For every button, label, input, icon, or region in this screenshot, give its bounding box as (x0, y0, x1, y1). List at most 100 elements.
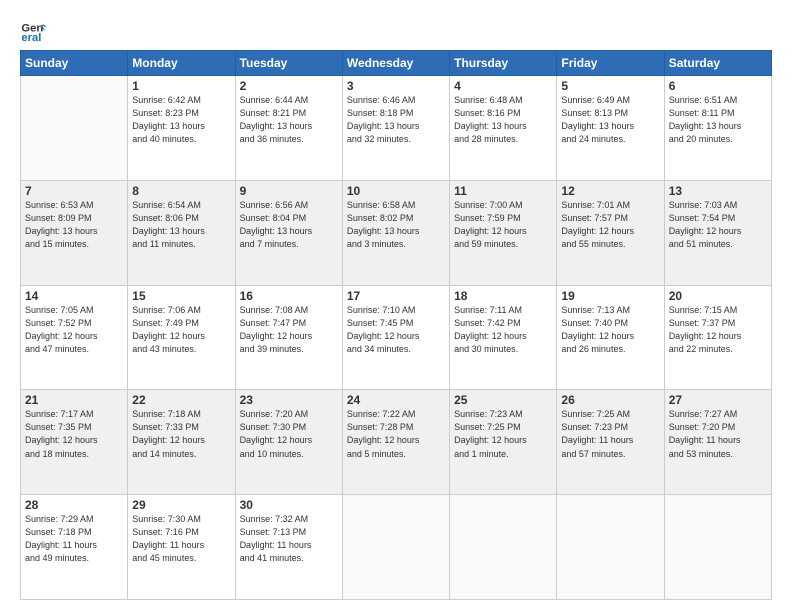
calendar-day-cell: 16Sunrise: 7:08 AM Sunset: 7:47 PM Dayli… (235, 285, 342, 390)
weekday-header-friday: Friday (557, 51, 664, 76)
day-info: Sunrise: 7:25 AM Sunset: 7:23 PM Dayligh… (561, 408, 659, 460)
day-number: 2 (240, 79, 338, 93)
day-number: 21 (25, 393, 123, 407)
day-info: Sunrise: 6:46 AM Sunset: 8:18 PM Dayligh… (347, 94, 445, 146)
calendar-day-cell: 20Sunrise: 7:15 AM Sunset: 7:37 PM Dayli… (664, 285, 771, 390)
weekday-header-thursday: Thursday (450, 51, 557, 76)
calendar-day-cell (557, 495, 664, 600)
day-number: 3 (347, 79, 445, 93)
day-info: Sunrise: 7:17 AM Sunset: 7:35 PM Dayligh… (25, 408, 123, 460)
day-number: 19 (561, 289, 659, 303)
calendar-day-cell (21, 76, 128, 181)
day-number: 28 (25, 498, 123, 512)
calendar-day-cell: 14Sunrise: 7:05 AM Sunset: 7:52 PM Dayli… (21, 285, 128, 390)
svg-text:eral: eral (21, 32, 41, 44)
calendar-day-cell: 8Sunrise: 6:54 AM Sunset: 8:06 PM Daylig… (128, 180, 235, 285)
calendar-week-row: 14Sunrise: 7:05 AM Sunset: 7:52 PM Dayli… (21, 285, 772, 390)
calendar-day-cell: 19Sunrise: 7:13 AM Sunset: 7:40 PM Dayli… (557, 285, 664, 390)
day-number: 23 (240, 393, 338, 407)
calendar-day-cell: 3Sunrise: 6:46 AM Sunset: 8:18 PM Daylig… (342, 76, 449, 181)
day-number: 4 (454, 79, 552, 93)
day-number: 13 (669, 184, 767, 198)
calendar-day-cell: 4Sunrise: 6:48 AM Sunset: 8:16 PM Daylig… (450, 76, 557, 181)
day-info: Sunrise: 7:20 AM Sunset: 7:30 PM Dayligh… (240, 408, 338, 460)
calendar-page: Gen eral SundayMondayTuesdayWednesdayThu… (0, 0, 792, 612)
day-info: Sunrise: 7:23 AM Sunset: 7:25 PM Dayligh… (454, 408, 552, 460)
calendar-day-cell: 9Sunrise: 6:56 AM Sunset: 8:04 PM Daylig… (235, 180, 342, 285)
calendar-day-cell: 27Sunrise: 7:27 AM Sunset: 7:20 PM Dayli… (664, 390, 771, 495)
day-info: Sunrise: 7:13 AM Sunset: 7:40 PM Dayligh… (561, 304, 659, 356)
weekday-header-wednesday: Wednesday (342, 51, 449, 76)
calendar-day-cell: 26Sunrise: 7:25 AM Sunset: 7:23 PM Dayli… (557, 390, 664, 495)
day-info: Sunrise: 6:51 AM Sunset: 8:11 PM Dayligh… (669, 94, 767, 146)
day-info: Sunrise: 6:49 AM Sunset: 8:13 PM Dayligh… (561, 94, 659, 146)
day-info: Sunrise: 7:27 AM Sunset: 7:20 PM Dayligh… (669, 408, 767, 460)
calendar-day-cell: 13Sunrise: 7:03 AM Sunset: 7:54 PM Dayli… (664, 180, 771, 285)
calendar-day-cell: 18Sunrise: 7:11 AM Sunset: 7:42 PM Dayli… (450, 285, 557, 390)
day-info: Sunrise: 6:56 AM Sunset: 8:04 PM Dayligh… (240, 199, 338, 251)
calendar-week-row: 7Sunrise: 6:53 AM Sunset: 8:09 PM Daylig… (21, 180, 772, 285)
calendar-week-row: 21Sunrise: 7:17 AM Sunset: 7:35 PM Dayli… (21, 390, 772, 495)
day-number: 27 (669, 393, 767, 407)
calendar-day-cell: 23Sunrise: 7:20 AM Sunset: 7:30 PM Dayli… (235, 390, 342, 495)
logo-icon: Gen eral (20, 16, 48, 44)
calendar-day-cell: 2Sunrise: 6:44 AM Sunset: 8:21 PM Daylig… (235, 76, 342, 181)
day-number: 29 (132, 498, 230, 512)
day-number: 18 (454, 289, 552, 303)
day-number: 8 (132, 184, 230, 198)
day-info: Sunrise: 7:22 AM Sunset: 7:28 PM Dayligh… (347, 408, 445, 460)
day-info: Sunrise: 7:32 AM Sunset: 7:13 PM Dayligh… (240, 513, 338, 565)
day-number: 5 (561, 79, 659, 93)
weekday-header-monday: Monday (128, 51, 235, 76)
day-info: Sunrise: 7:05 AM Sunset: 7:52 PM Dayligh… (25, 304, 123, 356)
day-info: Sunrise: 7:29 AM Sunset: 7:18 PM Dayligh… (25, 513, 123, 565)
day-info: Sunrise: 7:18 AM Sunset: 7:33 PM Dayligh… (132, 408, 230, 460)
day-number: 1 (132, 79, 230, 93)
day-info: Sunrise: 6:54 AM Sunset: 8:06 PM Dayligh… (132, 199, 230, 251)
day-number: 25 (454, 393, 552, 407)
calendar-day-cell: 5Sunrise: 6:49 AM Sunset: 8:13 PM Daylig… (557, 76, 664, 181)
day-info: Sunrise: 7:11 AM Sunset: 7:42 PM Dayligh… (454, 304, 552, 356)
calendar-day-cell: 28Sunrise: 7:29 AM Sunset: 7:18 PM Dayli… (21, 495, 128, 600)
day-number: 15 (132, 289, 230, 303)
day-number: 14 (25, 289, 123, 303)
day-info: Sunrise: 7:15 AM Sunset: 7:37 PM Dayligh… (669, 304, 767, 356)
day-number: 7 (25, 184, 123, 198)
day-number: 17 (347, 289, 445, 303)
calendar-day-cell: 12Sunrise: 7:01 AM Sunset: 7:57 PM Dayli… (557, 180, 664, 285)
day-number: 16 (240, 289, 338, 303)
calendar-day-cell: 21Sunrise: 7:17 AM Sunset: 7:35 PM Dayli… (21, 390, 128, 495)
calendar-day-cell: 24Sunrise: 7:22 AM Sunset: 7:28 PM Dayli… (342, 390, 449, 495)
day-info: Sunrise: 6:44 AM Sunset: 8:21 PM Dayligh… (240, 94, 338, 146)
day-info: Sunrise: 6:53 AM Sunset: 8:09 PM Dayligh… (25, 199, 123, 251)
day-info: Sunrise: 6:48 AM Sunset: 8:16 PM Dayligh… (454, 94, 552, 146)
calendar-table: SundayMondayTuesdayWednesdayThursdayFrid… (20, 50, 772, 600)
calendar-day-cell: 10Sunrise: 6:58 AM Sunset: 8:02 PM Dayli… (342, 180, 449, 285)
day-number: 9 (240, 184, 338, 198)
day-info: Sunrise: 7:30 AM Sunset: 7:16 PM Dayligh… (132, 513, 230, 565)
weekday-header-row: SundayMondayTuesdayWednesdayThursdayFrid… (21, 51, 772, 76)
calendar-week-row: 1Sunrise: 6:42 AM Sunset: 8:23 PM Daylig… (21, 76, 772, 181)
day-number: 22 (132, 393, 230, 407)
calendar-day-cell (450, 495, 557, 600)
day-number: 10 (347, 184, 445, 198)
day-number: 6 (669, 79, 767, 93)
day-info: Sunrise: 6:42 AM Sunset: 8:23 PM Dayligh… (132, 94, 230, 146)
calendar-day-cell: 6Sunrise: 6:51 AM Sunset: 8:11 PM Daylig… (664, 76, 771, 181)
calendar-day-cell: 1Sunrise: 6:42 AM Sunset: 8:23 PM Daylig… (128, 76, 235, 181)
day-number: 24 (347, 393, 445, 407)
calendar-week-row: 28Sunrise: 7:29 AM Sunset: 7:18 PM Dayli… (21, 495, 772, 600)
day-number: 20 (669, 289, 767, 303)
page-header: Gen eral (20, 16, 772, 44)
calendar-day-cell: 25Sunrise: 7:23 AM Sunset: 7:25 PM Dayli… (450, 390, 557, 495)
day-number: 11 (454, 184, 552, 198)
calendar-day-cell: 30Sunrise: 7:32 AM Sunset: 7:13 PM Dayli… (235, 495, 342, 600)
day-info: Sunrise: 7:03 AM Sunset: 7:54 PM Dayligh… (669, 199, 767, 251)
calendar-day-cell: 7Sunrise: 6:53 AM Sunset: 8:09 PM Daylig… (21, 180, 128, 285)
weekday-header-saturday: Saturday (664, 51, 771, 76)
day-info: Sunrise: 6:58 AM Sunset: 8:02 PM Dayligh… (347, 199, 445, 251)
calendar-day-cell: 22Sunrise: 7:18 AM Sunset: 7:33 PM Dayli… (128, 390, 235, 495)
weekday-header-tuesday: Tuesday (235, 51, 342, 76)
day-info: Sunrise: 7:10 AM Sunset: 7:45 PM Dayligh… (347, 304, 445, 356)
calendar-day-cell: 17Sunrise: 7:10 AM Sunset: 7:45 PM Dayli… (342, 285, 449, 390)
